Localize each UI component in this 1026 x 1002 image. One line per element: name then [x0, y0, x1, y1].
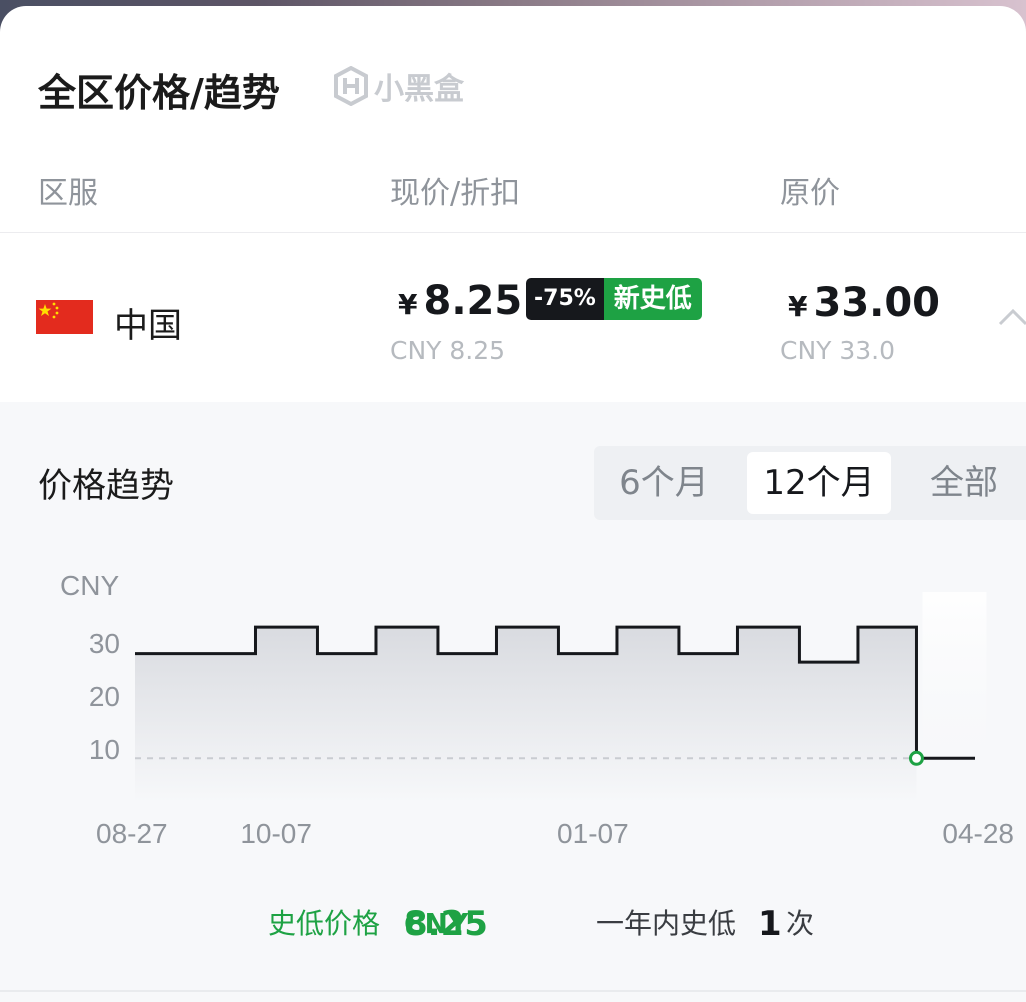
y-tick-label: 10 [89, 734, 120, 765]
bottom-divider [0, 990, 1026, 992]
column-header-current: 现价/折扣 [390, 176, 521, 211]
y-tick-label: 30 [89, 628, 120, 659]
x-tick-label: 04-28 [942, 818, 1014, 849]
x-tick-label: 01-07 [557, 818, 629, 849]
brand-name: 小黑盒 [374, 72, 464, 107]
range-selector: 6个月 12个月 全部 [594, 446, 1026, 520]
yearly-low-count-label: 一年内史低 [596, 907, 737, 940]
discount-value: -75% [526, 278, 604, 320]
original-price-sub: CNY 33.0 [780, 336, 896, 365]
yearly-low-count: 1 [758, 904, 782, 944]
price-trend-panel: 价格趋势 6个月 12个月 全部 CNY 30 20 10 08-27 10-07 01-0… [0, 402, 1026, 1002]
tab-12-months[interactable]: 12个月 [747, 452, 891, 514]
chevron-up-icon[interactable] [998, 306, 1026, 328]
original-price: ¥33.00 [788, 280, 940, 326]
y-axis-label: CNY [60, 570, 119, 601]
historical-low-label: 史低价格 [268, 907, 381, 940]
region-name: 中国 [114, 306, 182, 346]
column-header-original: 原价 [780, 176, 840, 211]
column-header-region: 区服 [38, 176, 98, 211]
tab-6-months[interactable]: 6个月 [594, 452, 734, 514]
page-title: 全区价格/趋势 [38, 71, 280, 115]
original-currency-symbol: ¥ [788, 290, 808, 323]
historical-low-marker [908, 750, 924, 766]
brand-logo: 小黑盒 [334, 64, 464, 108]
trend-title: 价格趋势 [38, 466, 174, 506]
current-price-value: 8.25 [423, 278, 523, 324]
price-summary: 史低价格 CNY 8.25 一年内史低 1 次 [0, 902, 1026, 946]
y-tick-label: 20 [89, 681, 120, 712]
historical-low-number: 8.25 [404, 904, 488, 944]
discount-badge: -75% 新史低 [526, 278, 702, 320]
chart-end-fade [922, 592, 987, 782]
x-tick-label: 10-07 [240, 818, 312, 849]
new-low-tag: 新史低 [603, 278, 702, 320]
currency-symbol: ¥ [398, 288, 418, 321]
original-price-value: 33.00 [813, 280, 941, 326]
header-divider [0, 232, 1026, 233]
x-tick-label: 08-27 [96, 818, 168, 849]
yearly-low-count-unit: 次 [786, 907, 815, 940]
current-price: ¥8.25 [398, 278, 522, 324]
current-price-sub: CNY 8.25 [390, 336, 506, 365]
heybox-logo-icon [334, 66, 368, 106]
price-trend-chart: CNY 30 20 10 08-27 10-07 01-07 04-28 [60, 570, 1014, 849]
tab-all[interactable]: 全部 [894, 452, 1026, 514]
price-sheet: 全区价格/趋势 小黑盒 区服 现价/折扣 原价 中国 ¥8.25 CNY 8.2… [0, 6, 1026, 1002]
china-flag-icon [36, 300, 93, 334]
